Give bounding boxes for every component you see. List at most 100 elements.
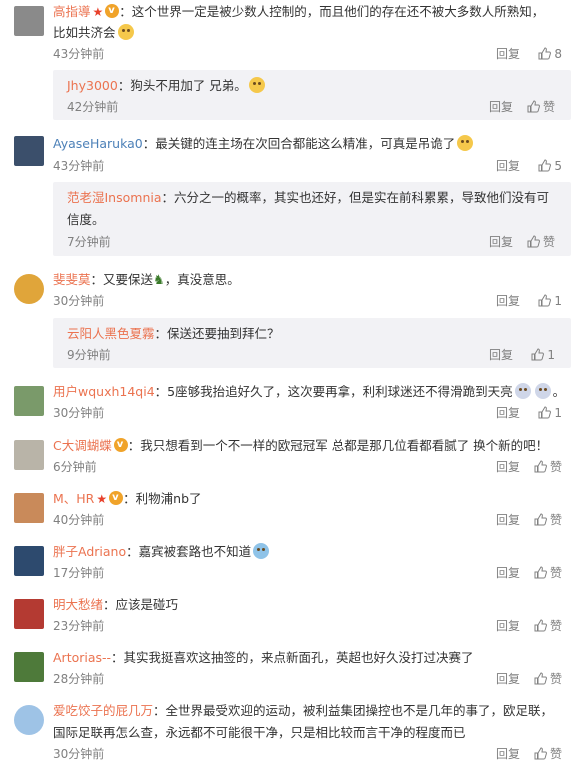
thumbs-up-icon	[527, 235, 540, 248]
username[interactable]: 爱吃饺子的屁几万	[53, 703, 153, 718]
username[interactable]: 胖子Adriano	[53, 544, 126, 559]
timestamp: 43分钟前	[53, 47, 105, 61]
doge-emoji-icon	[117, 24, 134, 40]
comment-text-continued: 比如共济会	[53, 23, 570, 43]
timestamp: 9分钟前	[67, 348, 111, 362]
crying-emoji-icon	[514, 383, 531, 399]
thumbs-up-icon	[534, 460, 547, 473]
comment-text: M、HR★：利物浦nb了	[53, 488, 570, 509]
reply-button[interactable]: 回复	[496, 458, 520, 476]
thumbs-up-icon	[534, 566, 547, 579]
timestamp: 17分钟前	[53, 566, 105, 580]
comment: 爱吃饺子的屁几万：全世界最受欢迎的运动，被利益集团操控也不是几年的事了，欧足联，…	[0, 697, 580, 771]
reply-text-continued: 信度。	[67, 212, 105, 227]
reply-button[interactable]: 回复	[489, 98, 513, 116]
comment: 斐斐莫：又要保送♞，真没意思。 30分钟前 回复 1	[0, 266, 580, 314]
timestamp: 30分钟前	[53, 747, 105, 761]
avatar[interactable]	[14, 136, 44, 166]
username[interactable]: 明大愁绪	[53, 597, 103, 612]
username[interactable]: 用户wquxh14qi4	[53, 384, 155, 399]
like-button[interactable]: 赞	[527, 98, 555, 116]
avatar[interactable]	[14, 6, 44, 36]
comment-text-continued: 国际足联再怎么查，永远都不可能很干净，只是相比较而言干净的程度而已	[53, 725, 466, 740]
avatar[interactable]	[14, 546, 44, 576]
laughing-emoji-icon	[253, 543, 270, 559]
thumbs-up-icon	[534, 747, 547, 760]
reply-button[interactable]: 回复	[489, 233, 513, 251]
reply-box: 云阳人黑色夏霧：保送还要抽到拜仁？ 9分钟前 回复 1	[53, 318, 571, 368]
comment: C大调蝴蝶：我只想看到一个不一样的欧冠冠军 总都是那几位看都看腻了 换个新的吧！…	[0, 432, 580, 480]
comment-text: AyaseHaruka0：最关键的连主场在次回合都能这么精准，可真是吊诡了	[53, 134, 570, 154]
timestamp: 30分钟前	[53, 294, 105, 308]
reply-button[interactable]: 回复	[496, 292, 520, 310]
timestamp: 42分钟前	[67, 100, 119, 114]
avatar[interactable]	[14, 599, 44, 629]
avatar[interactable]	[14, 386, 44, 416]
vip-badge-icon	[109, 488, 124, 508]
comment-text: 明大愁绪：应该是碰巧	[53, 597, 179, 612]
reply-box: 范老湿Insomnia：六分之一的概率，其实也还好，但是实在前科累累，导致他们没…	[53, 182, 571, 256]
reply-button[interactable]: 回复	[496, 745, 520, 763]
username[interactable]: 范老湿Insomnia	[67, 190, 162, 205]
reply-button[interactable]: 回复	[489, 346, 513, 364]
timestamp: 23分钟前	[53, 619, 105, 633]
comment-text: C大调蝴蝶：我只想看到一个不一样的欧冠冠军 总都是那几位看都看腻了 换个新的吧！	[53, 435, 570, 456]
reply-button[interactable]: 回复	[496, 617, 520, 635]
like-button[interactable]: 赞	[534, 511, 562, 529]
reply-button[interactable]: 回复	[496, 564, 520, 582]
reply-button[interactable]: 回复	[496, 157, 520, 175]
username[interactable]: Artorias--	[53, 650, 111, 665]
doge-emoji-icon	[248, 77, 265, 93]
like-button[interactable]: 1	[538, 404, 562, 422]
avatar[interactable]	[14, 493, 44, 523]
username[interactable]: AyaseHaruka0	[53, 136, 143, 151]
comment: 明大愁绪：应该是碰巧 23分钟前 回复 赞	[0, 591, 580, 639]
comment: Artorias--：其实我挺喜欢这抽签的，来点新面孔，英超也好久没打过决赛了 …	[0, 644, 580, 692]
username[interactable]: 云阳人黑色夏霧	[67, 326, 155, 341]
thumbs-up-icon	[538, 47, 552, 60]
comment: 用户wquxh14qi4：5座够我抬追好久了，这次要再拿，利利球迷还不得滑跪到天…	[0, 378, 580, 426]
timestamp: 28分钟前	[53, 672, 105, 686]
vip-badge-icon	[113, 435, 128, 455]
like-button[interactable]: 赞	[534, 564, 562, 582]
timestamp: 6分钟前	[53, 460, 97, 474]
comment-text: 爱吃饺子的屁几万：全世界最受欢迎的运动，被利益集团操控也不是几年的事了，欧足联，	[53, 703, 554, 718]
reply-button[interactable]: 回复	[496, 45, 520, 63]
vip-badge-icon	[105, 1, 120, 21]
comment-text: 斐斐莫：又要保送♞，真没意思。	[53, 272, 240, 288]
like-button[interactable]: 5	[538, 157, 562, 175]
like-button[interactable]: 赞	[534, 458, 562, 476]
timestamp: 7分钟前	[67, 235, 111, 249]
like-button[interactable]: 1	[531, 346, 555, 364]
like-button[interactable]: 赞	[534, 745, 562, 763]
reply-button[interactable]: 回复	[496, 511, 520, 529]
username[interactable]: 高指導	[53, 4, 91, 19]
like-button[interactable]: 赞	[534, 670, 562, 688]
avatar[interactable]	[14, 652, 44, 682]
comment-text: 用户wquxh14qi4：5座够我抬追好久了，这次要再拿，利利球迷还不得滑跪到天…	[53, 383, 566, 399]
username[interactable]: 斐斐莫	[53, 272, 91, 287]
thumbs-up-icon	[534, 619, 547, 632]
username[interactable]: Jhy3000	[67, 78, 118, 93]
reply-button[interactable]: 回复	[496, 670, 520, 688]
avatar[interactable]	[14, 440, 44, 470]
timestamp: 43分钟前	[53, 159, 105, 173]
thumbs-up-icon	[538, 159, 552, 172]
like-button[interactable]: 赞	[534, 617, 562, 635]
username[interactable]: M、HR	[53, 491, 94, 506]
comment-text: 胖子Adriano：嘉宾被套路也不知道	[53, 542, 570, 562]
username[interactable]: C大调蝴蝶	[53, 438, 112, 453]
timestamp: 40分钟前	[53, 513, 105, 527]
avatar[interactable]	[14, 705, 44, 735]
like-button[interactable]: 1	[538, 292, 562, 310]
avatar[interactable]	[14, 274, 44, 304]
crying-emoji-icon	[534, 383, 551, 399]
like-button[interactable]: 赞	[527, 233, 555, 251]
thumbs-up-icon	[531, 348, 545, 361]
thumbs-up-icon	[538, 294, 552, 307]
thumbs-up-icon	[534, 513, 547, 526]
reply-button[interactable]: 回复	[496, 404, 520, 422]
star-badge-icon: ★	[92, 5, 104, 19]
like-button[interactable]: 8	[538, 45, 562, 63]
reply-text: 云阳人黑色夏霧：保送还要抽到拜仁？	[67, 326, 280, 341]
